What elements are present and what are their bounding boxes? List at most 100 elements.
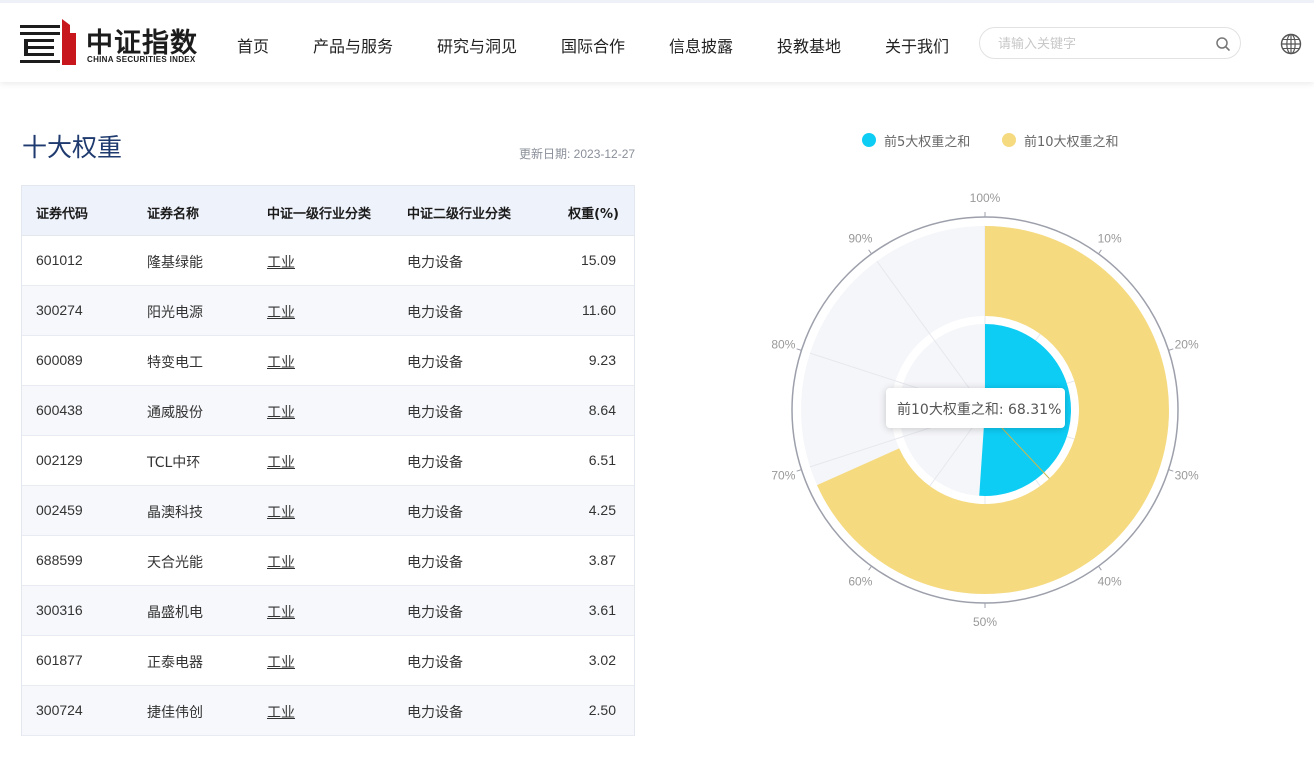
cell-industry-l2: 电力设备 xyxy=(407,555,463,571)
nav-education[interactable]: 投教基地 xyxy=(777,33,841,57)
angle-axis-tick xyxy=(868,565,872,571)
cell-weight: 6.51 xyxy=(588,452,616,468)
cell-name: 特变电工 xyxy=(147,355,203,371)
search-input[interactable] xyxy=(998,34,1208,54)
globe-icon[interactable] xyxy=(1280,33,1302,55)
cell-name: 阳光电源 xyxy=(147,305,203,321)
cell-industry-l2: 电力设备 xyxy=(407,405,463,421)
cell-name: 正泰电器 xyxy=(147,655,203,671)
update-date-value: 2023-12-27 xyxy=(573,147,636,161)
th-weight: 权重(%) xyxy=(568,207,619,222)
legend-dot-top5 xyxy=(862,133,876,147)
angle-axis-tick xyxy=(868,249,872,255)
cell-name: 晶盛机电 xyxy=(147,605,203,621)
cell-industry-l1[interactable]: 工业 xyxy=(267,252,295,272)
cell-code: 300724 xyxy=(36,702,83,718)
cell-weight: 8.64 xyxy=(588,402,616,418)
search-box xyxy=(979,27,1241,59)
angle-axis-tick xyxy=(796,469,802,472)
cell-industry-l2: 电力设备 xyxy=(407,305,463,321)
section-title: 十大权重 xyxy=(22,133,123,162)
angle-axis-label: 50% xyxy=(973,615,997,629)
cell-code: 601012 xyxy=(36,252,83,268)
table-header: 证券代码 证券名称 中证一级行业分类 中证二级行业分类 权重(%) xyxy=(22,186,634,236)
top-header: 中证指数 CHINA SECURITIES INDEX 首页 产品与服务 研究与… xyxy=(0,0,1314,82)
cell-weight: 3.61 xyxy=(588,602,616,618)
cell-industry-l1[interactable]: 工业 xyxy=(267,302,295,322)
angle-axis-tick xyxy=(1168,469,1174,472)
th-code: 证券代码 xyxy=(36,207,89,222)
table-row: 600089 特变电工 工业 电力设备 9.23 xyxy=(22,336,634,386)
cell-code: 600089 xyxy=(36,352,83,368)
cell-code: 300274 xyxy=(36,302,83,318)
table-row: 300274 阳光电源 工业 电力设备 11.60 xyxy=(22,286,634,336)
legend-label-top5: 前5大权重之和 xyxy=(884,135,971,150)
cell-code: 002459 xyxy=(36,502,83,518)
table-row: 601877 正泰电器 工业 电力设备 3.02 xyxy=(22,636,634,686)
table-row: 300724 捷佳伟创 工业 电力设备 2.50 xyxy=(22,686,634,736)
table-row: 002459 晶澳科技 工业 电力设备 4.25 xyxy=(22,486,634,536)
nav-disclosure[interactable]: 信息披露 xyxy=(669,33,733,57)
angle-axis-tick xyxy=(1098,249,1102,255)
cell-industry-l2: 电力设备 xyxy=(407,655,463,671)
cell-industry-l1[interactable]: 工业 xyxy=(267,502,295,522)
cell-weight: 3.87 xyxy=(588,552,616,568)
cell-name: 通威股份 xyxy=(147,405,203,421)
cell-industry-l1[interactable]: 工业 xyxy=(267,352,295,372)
angle-axis-tick xyxy=(796,348,802,351)
cell-industry-l2: 电力设备 xyxy=(407,705,463,721)
nav-about[interactable]: 关于我们 xyxy=(885,33,949,57)
cell-code: 300316 xyxy=(36,602,83,618)
legend-dot-top10 xyxy=(1002,133,1016,147)
cell-industry-l2: 电力设备 xyxy=(407,455,463,471)
cell-weight: 15.09 xyxy=(580,252,616,268)
csi-logo-mark xyxy=(20,19,76,65)
update-date: 更新日期: 2023-12-27 xyxy=(519,145,635,162)
angle-axis-label: 30% xyxy=(1175,469,1199,483)
cell-industry-l1[interactable]: 工业 xyxy=(267,652,295,672)
angle-axis-label: 70% xyxy=(771,469,795,483)
angle-axis-label: 80% xyxy=(771,337,795,351)
th-name: 证券名称 xyxy=(147,207,200,222)
cell-industry-l2: 电力设备 xyxy=(407,255,463,271)
nav-international[interactable]: 国际合作 xyxy=(561,33,625,57)
angle-axis-tick xyxy=(1168,348,1174,351)
cell-industry-l2: 电力设备 xyxy=(407,605,463,621)
angle-axis-label: 90% xyxy=(848,231,872,245)
nav-home[interactable]: 首页 xyxy=(237,33,269,57)
cell-name: 隆基绿能 xyxy=(147,255,203,271)
cell-industry-l1[interactable]: 工业 xyxy=(267,552,295,572)
cell-industry-l1[interactable]: 工业 xyxy=(267,702,295,722)
cell-code: 600438 xyxy=(36,402,83,418)
angle-axis-label: 40% xyxy=(1098,575,1122,589)
th-industry-l2: 中证二级行业分类 xyxy=(407,207,512,222)
cell-name: 晶澳科技 xyxy=(147,505,203,521)
cell-name: 捷佳伟创 xyxy=(147,705,203,721)
nav-research[interactable]: 研究与洞见 xyxy=(437,33,517,57)
cell-industry-l1[interactable]: 工业 xyxy=(267,452,295,472)
cell-industry-l1[interactable]: 工业 xyxy=(267,602,295,622)
cell-industry-l1[interactable]: 工业 xyxy=(267,402,295,422)
csi-logo[interactable]: 中证指数 CHINA SECURITIES INDEX xyxy=(20,17,210,69)
cell-industry-l2: 电力设备 xyxy=(407,355,463,371)
table-row: 688599 天合光能 工业 电力设备 3.87 xyxy=(22,536,634,586)
angle-axis-label: 10% xyxy=(1098,231,1122,245)
cell-code: 601877 xyxy=(36,652,83,668)
cell-code: 002129 xyxy=(36,452,83,468)
table-row: 002129 TCL中环 工业 电力设备 6.51 xyxy=(22,436,634,486)
table-row: 600438 通威股份 工业 电力设备 8.64 xyxy=(22,386,634,436)
logo-english-text: CHINA SECURITIES INDEX xyxy=(87,55,196,64)
angle-axis-label: 20% xyxy=(1175,337,1199,351)
nav-products[interactable]: 产品与服务 xyxy=(313,33,393,57)
table-row: 300316 晶盛机电 工业 电力设备 3.61 xyxy=(22,586,634,636)
angle-axis-label: 60% xyxy=(848,575,872,589)
legend-label-top10: 前10大权重之和 xyxy=(1024,135,1119,150)
tooltip-value: 68.31% xyxy=(1007,402,1062,418)
cell-weight: 3.02 xyxy=(588,652,616,668)
cell-name: TCL中环 xyxy=(147,455,201,471)
search-icon[interactable] xyxy=(1215,36,1231,52)
weights-table: 证券代码 证券名称 中证一级行业分类 中证二级行业分类 权重(%) 601012… xyxy=(21,185,635,736)
tooltip-label: 前10大权重之和: xyxy=(897,402,1008,418)
cell-weight: 2.50 xyxy=(588,702,616,718)
cell-industry-l2: 电力设备 xyxy=(407,505,463,521)
